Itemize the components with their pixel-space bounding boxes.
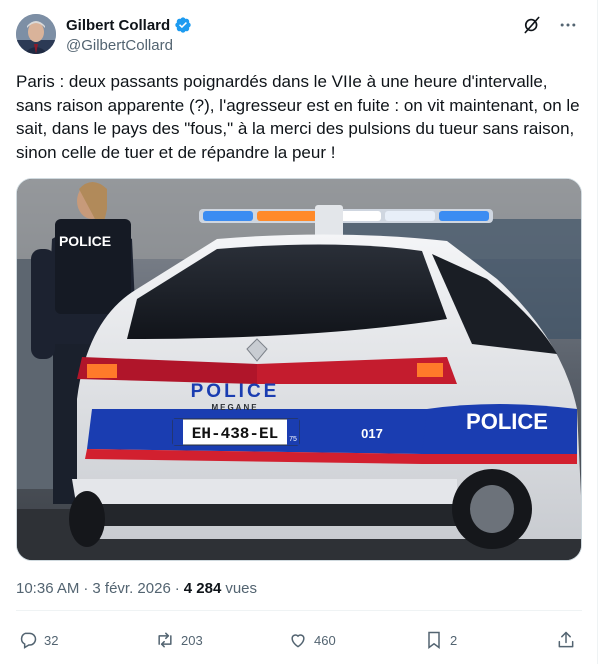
tweet-image[interactable]: POLICE POLICE MEGANE EH-438-EL 75 017 PO… bbox=[16, 178, 582, 561]
top-actions bbox=[521, 14, 579, 36]
model-lettering: MEGANE bbox=[211, 403, 258, 412]
vest-label: POLICE bbox=[59, 233, 111, 249]
police-lettering: POLICE bbox=[191, 381, 280, 402]
share-button[interactable] bbox=[556, 630, 576, 650]
repost-button[interactable]: 203 bbox=[155, 630, 203, 650]
divider bbox=[16, 610, 582, 611]
author-name-row: Gilbert Collard bbox=[66, 16, 192, 34]
action-bar: 32 203 460 2 bbox=[0, 622, 600, 662]
author-handle[interactable]: @GilbertCollard bbox=[66, 37, 173, 54]
like-count: 460 bbox=[314, 632, 336, 648]
views-label: vues bbox=[225, 580, 258, 597]
repost-icon bbox=[158, 632, 172, 648]
tweet-meta: 10:36 AM · 3 févr. 2026 · 4 284 vues bbox=[16, 580, 257, 597]
vehicle-code: 017 bbox=[361, 426, 383, 441]
verified-badge-icon bbox=[174, 16, 192, 34]
side-police-lettering: POLICE bbox=[466, 409, 548, 434]
meta-separator: · bbox=[83, 580, 89, 597]
reply-count: 32 bbox=[44, 632, 59, 648]
tweet-text: Paris : deux passants poignardés dans le… bbox=[16, 72, 580, 162]
share-icon bbox=[558, 631, 574, 648]
like-button[interactable]: 460 bbox=[288, 630, 336, 650]
repost-count: 203 bbox=[181, 632, 203, 648]
bookmark-button[interactable]: 2 bbox=[424, 630, 457, 650]
tweet-date[interactable]: 3 févr. 2026 bbox=[92, 580, 170, 597]
author-name[interactable]: Gilbert Collard bbox=[66, 17, 170, 34]
meta-separator-2: · bbox=[174, 580, 180, 597]
heart-icon bbox=[291, 634, 305, 648]
police-car-photo: POLICE POLICE MEGANE EH-438-EL 75 017 PO… bbox=[17, 179, 581, 560]
reply-button[interactable]: 32 bbox=[18, 630, 58, 650]
tweet-card: Gilbert Collard @GilbertCollard Paris : … bbox=[0, 0, 598, 664]
avatar[interactable] bbox=[16, 14, 56, 54]
reply-icon bbox=[20, 632, 37, 649]
views-count: 4 284 bbox=[183, 580, 222, 597]
plate-department: 75 bbox=[289, 436, 297, 443]
tweet-time[interactable]: 10:36 AM bbox=[16, 580, 79, 597]
more-icon[interactable] bbox=[557, 14, 579, 36]
license-plate: EH-438-EL bbox=[192, 425, 278, 443]
bookmark-icon bbox=[428, 631, 440, 649]
bookmark-count: 2 bbox=[450, 632, 458, 648]
grok-icon[interactable] bbox=[521, 14, 543, 36]
